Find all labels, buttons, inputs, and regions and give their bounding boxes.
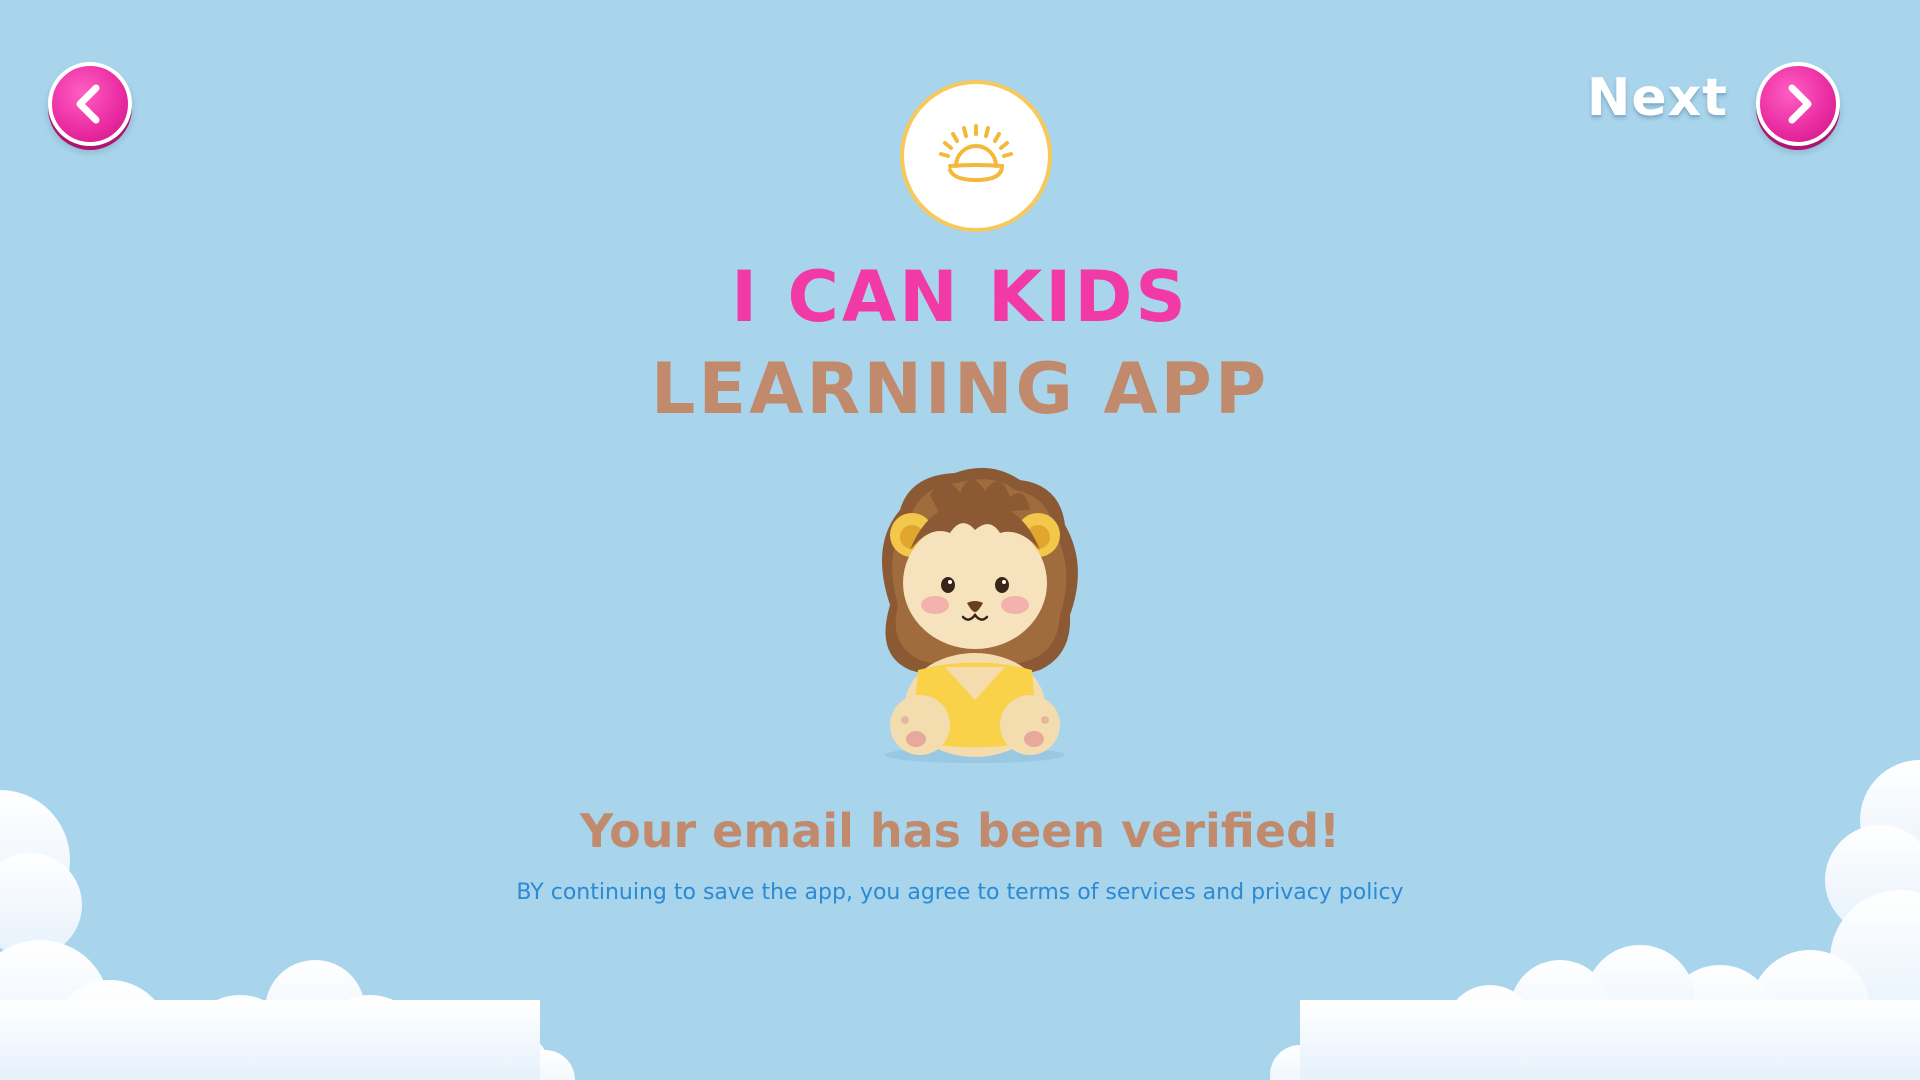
app-title: I CAN KIDS: [731, 256, 1189, 338]
verification-heading: Your email has been verified!: [580, 804, 1340, 858]
app-subtitle: LEARNING APP: [650, 348, 1270, 430]
lion-mascot: [882, 467, 1078, 763]
next-label[interactable]: Next: [1587, 72, 1728, 124]
chevron-left-icon: [76, 84, 100, 124]
terms-of-service-link[interactable]: terms of services: [1007, 880, 1196, 905]
terms-middle: and: [1195, 880, 1252, 905]
next-button[interactable]: [1756, 62, 1840, 146]
sunrise-icon: [939, 124, 1013, 183]
back-button[interactable]: [48, 62, 132, 146]
privacy-policy-link[interactable]: privacy policy: [1251, 880, 1404, 905]
terms-notice: BY continuing to save the app, you agree…: [0, 882, 1920, 904]
chevron-right-icon: [1788, 84, 1812, 124]
app-logo: [900, 80, 1052, 232]
terms-prefix: BY continuing to save the app, you agree…: [516, 880, 1007, 905]
